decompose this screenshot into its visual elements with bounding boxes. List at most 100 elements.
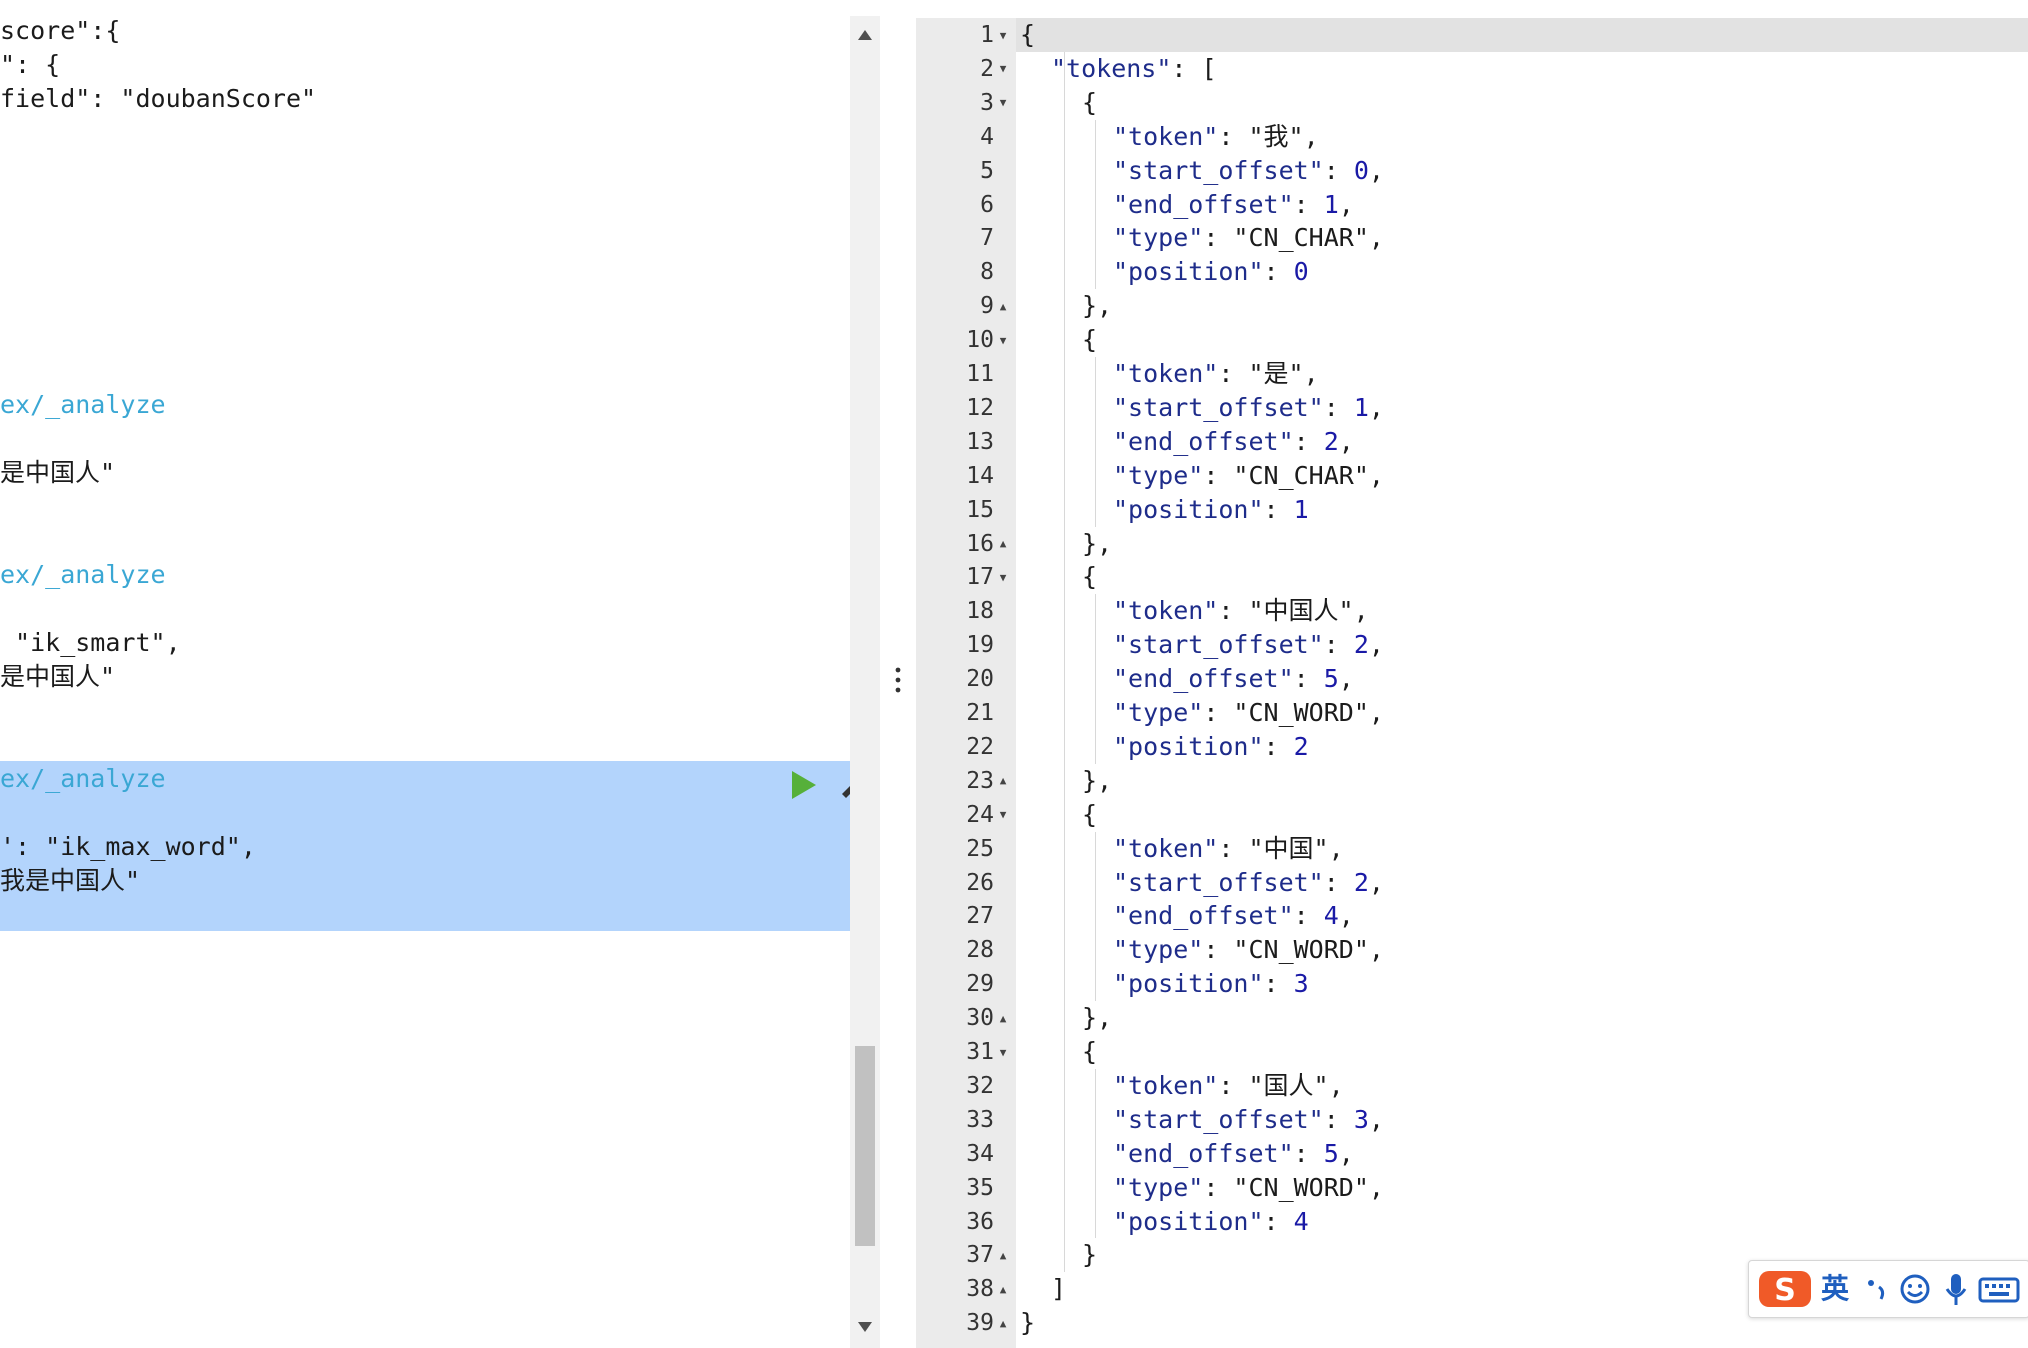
scrollbar-thumb[interactable] (855, 1046, 875, 1246)
fold-collapse-icon[interactable]: ▼ (994, 561, 1012, 595)
request-code-line[interactable]: field": "doubanScore" (0, 82, 316, 116)
request-code-line[interactable]: "ik_smart", (0, 626, 181, 660)
response-code-line: "start_offset": 2, (1113, 866, 1384, 900)
svg-text:S: S (1774, 1273, 1796, 1308)
punctuation-icon[interactable] (1861, 1269, 1891, 1309)
json-punctuation: : (1323, 630, 1354, 660)
json-punctuation: : (1323, 867, 1354, 897)
json-punctuation: : (1263, 494, 1294, 524)
arrow-up-icon[interactable] (850, 24, 880, 46)
request-code-line[interactable]: 是中国人" (0, 456, 115, 490)
play-icon[interactable] (786, 768, 820, 802)
request-code-line[interactable]: ": { (0, 48, 60, 82)
fold-expand-icon[interactable]: ▲ (994, 290, 1012, 324)
response-code-line: "end_offset": 5, (1113, 662, 1354, 696)
response-code-line: "tokens": [ (1051, 52, 1217, 86)
request-code-line[interactable]: ': "ik_max_word", (0, 830, 256, 864)
json-number: 3 (1293, 969, 1309, 999)
response-code-line: "type": "CN_CHAR", (1113, 459, 1384, 493)
response-code-line: "token": "是", (1113, 357, 1319, 391)
fold-collapse-icon[interactable]: ▼ (994, 19, 1012, 53)
request-code-line[interactable]: ex/_analyze (0, 388, 166, 422)
line-number: 14 (916, 459, 1012, 493)
json-punctuation: : (1323, 392, 1354, 422)
indent-guide (1064, 51, 1065, 1273)
fold-expand-icon[interactable]: ▲ (994, 1307, 1012, 1341)
line-number-text: 27 (966, 903, 994, 930)
arrow-down-icon[interactable] (850, 1316, 880, 1338)
fold-collapse-icon[interactable]: ▼ (994, 1036, 1012, 1070)
emoji-icon[interactable] (1897, 1269, 1933, 1309)
line-number-text: 1 (980, 22, 994, 48)
line-number-text: 36 (966, 1208, 994, 1235)
fold-expand-icon[interactable]: ▲ (994, 1002, 1012, 1036)
request-url-text: ex/_analyze (0, 764, 166, 793)
line-number: 4 (916, 120, 1012, 154)
pane-splitter[interactable] (880, 0, 916, 1348)
line-number-text: 25 (966, 835, 994, 862)
request-code-line[interactable]: 是中国人" (0, 660, 115, 694)
fold-collapse-icon[interactable]: ▼ (994, 52, 1012, 86)
line-number-text: 14 (966, 462, 994, 489)
response-code-line: "token": "中国", (1113, 832, 1344, 866)
json-key: "end_offset" (1113, 189, 1294, 219)
request-code-line[interactable]: 我是中国人" (0, 864, 140, 898)
fold-collapse-icon[interactable]: ▼ (994, 798, 1012, 832)
line-number-text: 10 (966, 327, 994, 354)
json-punctuation: : (1203, 223, 1234, 253)
response-code-line: "position": 4 (1113, 1205, 1309, 1239)
vertical-dots-icon[interactable] (880, 660, 916, 700)
json-key: "end_offset" (1113, 664, 1294, 694)
fold-collapse-icon[interactable]: ▼ (994, 324, 1012, 358)
editor-scrollbar[interactable] (850, 16, 880, 1348)
response-code-line: }, (1082, 527, 1112, 561)
fold-collapse-icon[interactable]: ▼ (994, 86, 1012, 120)
json-punctuation: , (1338, 426, 1354, 456)
response-code-line: "start_offset": 0, (1113, 154, 1384, 188)
response-viewer[interactable]: 1 ▼ 2 ▼ 3 ▼ 4 5 6 7 8 9 ▲ 10 ▼ 11 12 13 14 15 16 ▲ 17 ▼ 18 19 20 21… (916, 18, 2028, 1348)
line-number: 15 (916, 493, 1012, 527)
fold-expand-icon[interactable]: ▲ (994, 1273, 1012, 1307)
wrench-icon[interactable] (838, 768, 850, 802)
microphone-icon[interactable] (1941, 1269, 1971, 1309)
json-punctuation: : (1293, 1138, 1324, 1168)
line-number: 13 (916, 425, 1012, 459)
line-number: 26 (916, 866, 1012, 900)
ime-language-toggle[interactable]: 英 (1821, 1269, 1849, 1309)
json-punctuation: : (1293, 901, 1324, 931)
response-code-line: "position": 2 (1113, 730, 1309, 764)
line-number-text: 29 (966, 971, 994, 998)
json-punctuation: { (1082, 87, 1098, 117)
keyboard-icon[interactable] (1977, 1269, 2021, 1309)
json-punctuation: : (1218, 596, 1249, 626)
json-number: 1 (1353, 392, 1369, 422)
line-number: 25 (916, 832, 1012, 866)
json-string: "CN_WORD" (1233, 698, 1369, 727)
json-punctuation: , (1368, 223, 1384, 253)
json-key: "type" (1113, 698, 1204, 727)
request-code-line[interactable]: ex/_analyze (0, 558, 166, 592)
response-code-line: } (1020, 1306, 1035, 1340)
line-number: 1 ▼ (916, 18, 1012, 52)
sogou-logo-icon[interactable]: S (1757, 1269, 1813, 1309)
response-code-line: { (1082, 1035, 1097, 1069)
indent-guide (1095, 1068, 1096, 1239)
fold-expand-icon[interactable]: ▲ (994, 1239, 1012, 1273)
response-code-line: "token": "国人", (1113, 1069, 1344, 1103)
line-number: 22 (916, 730, 1012, 764)
line-number: 36 (916, 1205, 1012, 1239)
request-code-line[interactable]: score":{ (0, 14, 120, 48)
fold-expand-icon[interactable]: ▲ (994, 527, 1012, 561)
ime-toolbar[interactable]: S 英 (1748, 1260, 2028, 1318)
request-editor[interactable]: score":{": {field": "doubanScore" ex/_ana… (0, 0, 850, 1348)
json-punctuation: : (1203, 460, 1234, 490)
request-url-text: ex/_analyze (0, 560, 166, 589)
fold-expand-icon[interactable]: ▲ (994, 764, 1012, 798)
line-number: 28 (916, 933, 1012, 967)
json-punctuation: , (1368, 867, 1384, 897)
indent-guide (1095, 594, 1096, 764)
line-number-text: 4 (980, 123, 994, 150)
request-code-line[interactable]: ex/_analyze (0, 762, 166, 796)
response-code-line: } (1082, 1238, 1097, 1272)
indent-guide (1095, 831, 1096, 1002)
